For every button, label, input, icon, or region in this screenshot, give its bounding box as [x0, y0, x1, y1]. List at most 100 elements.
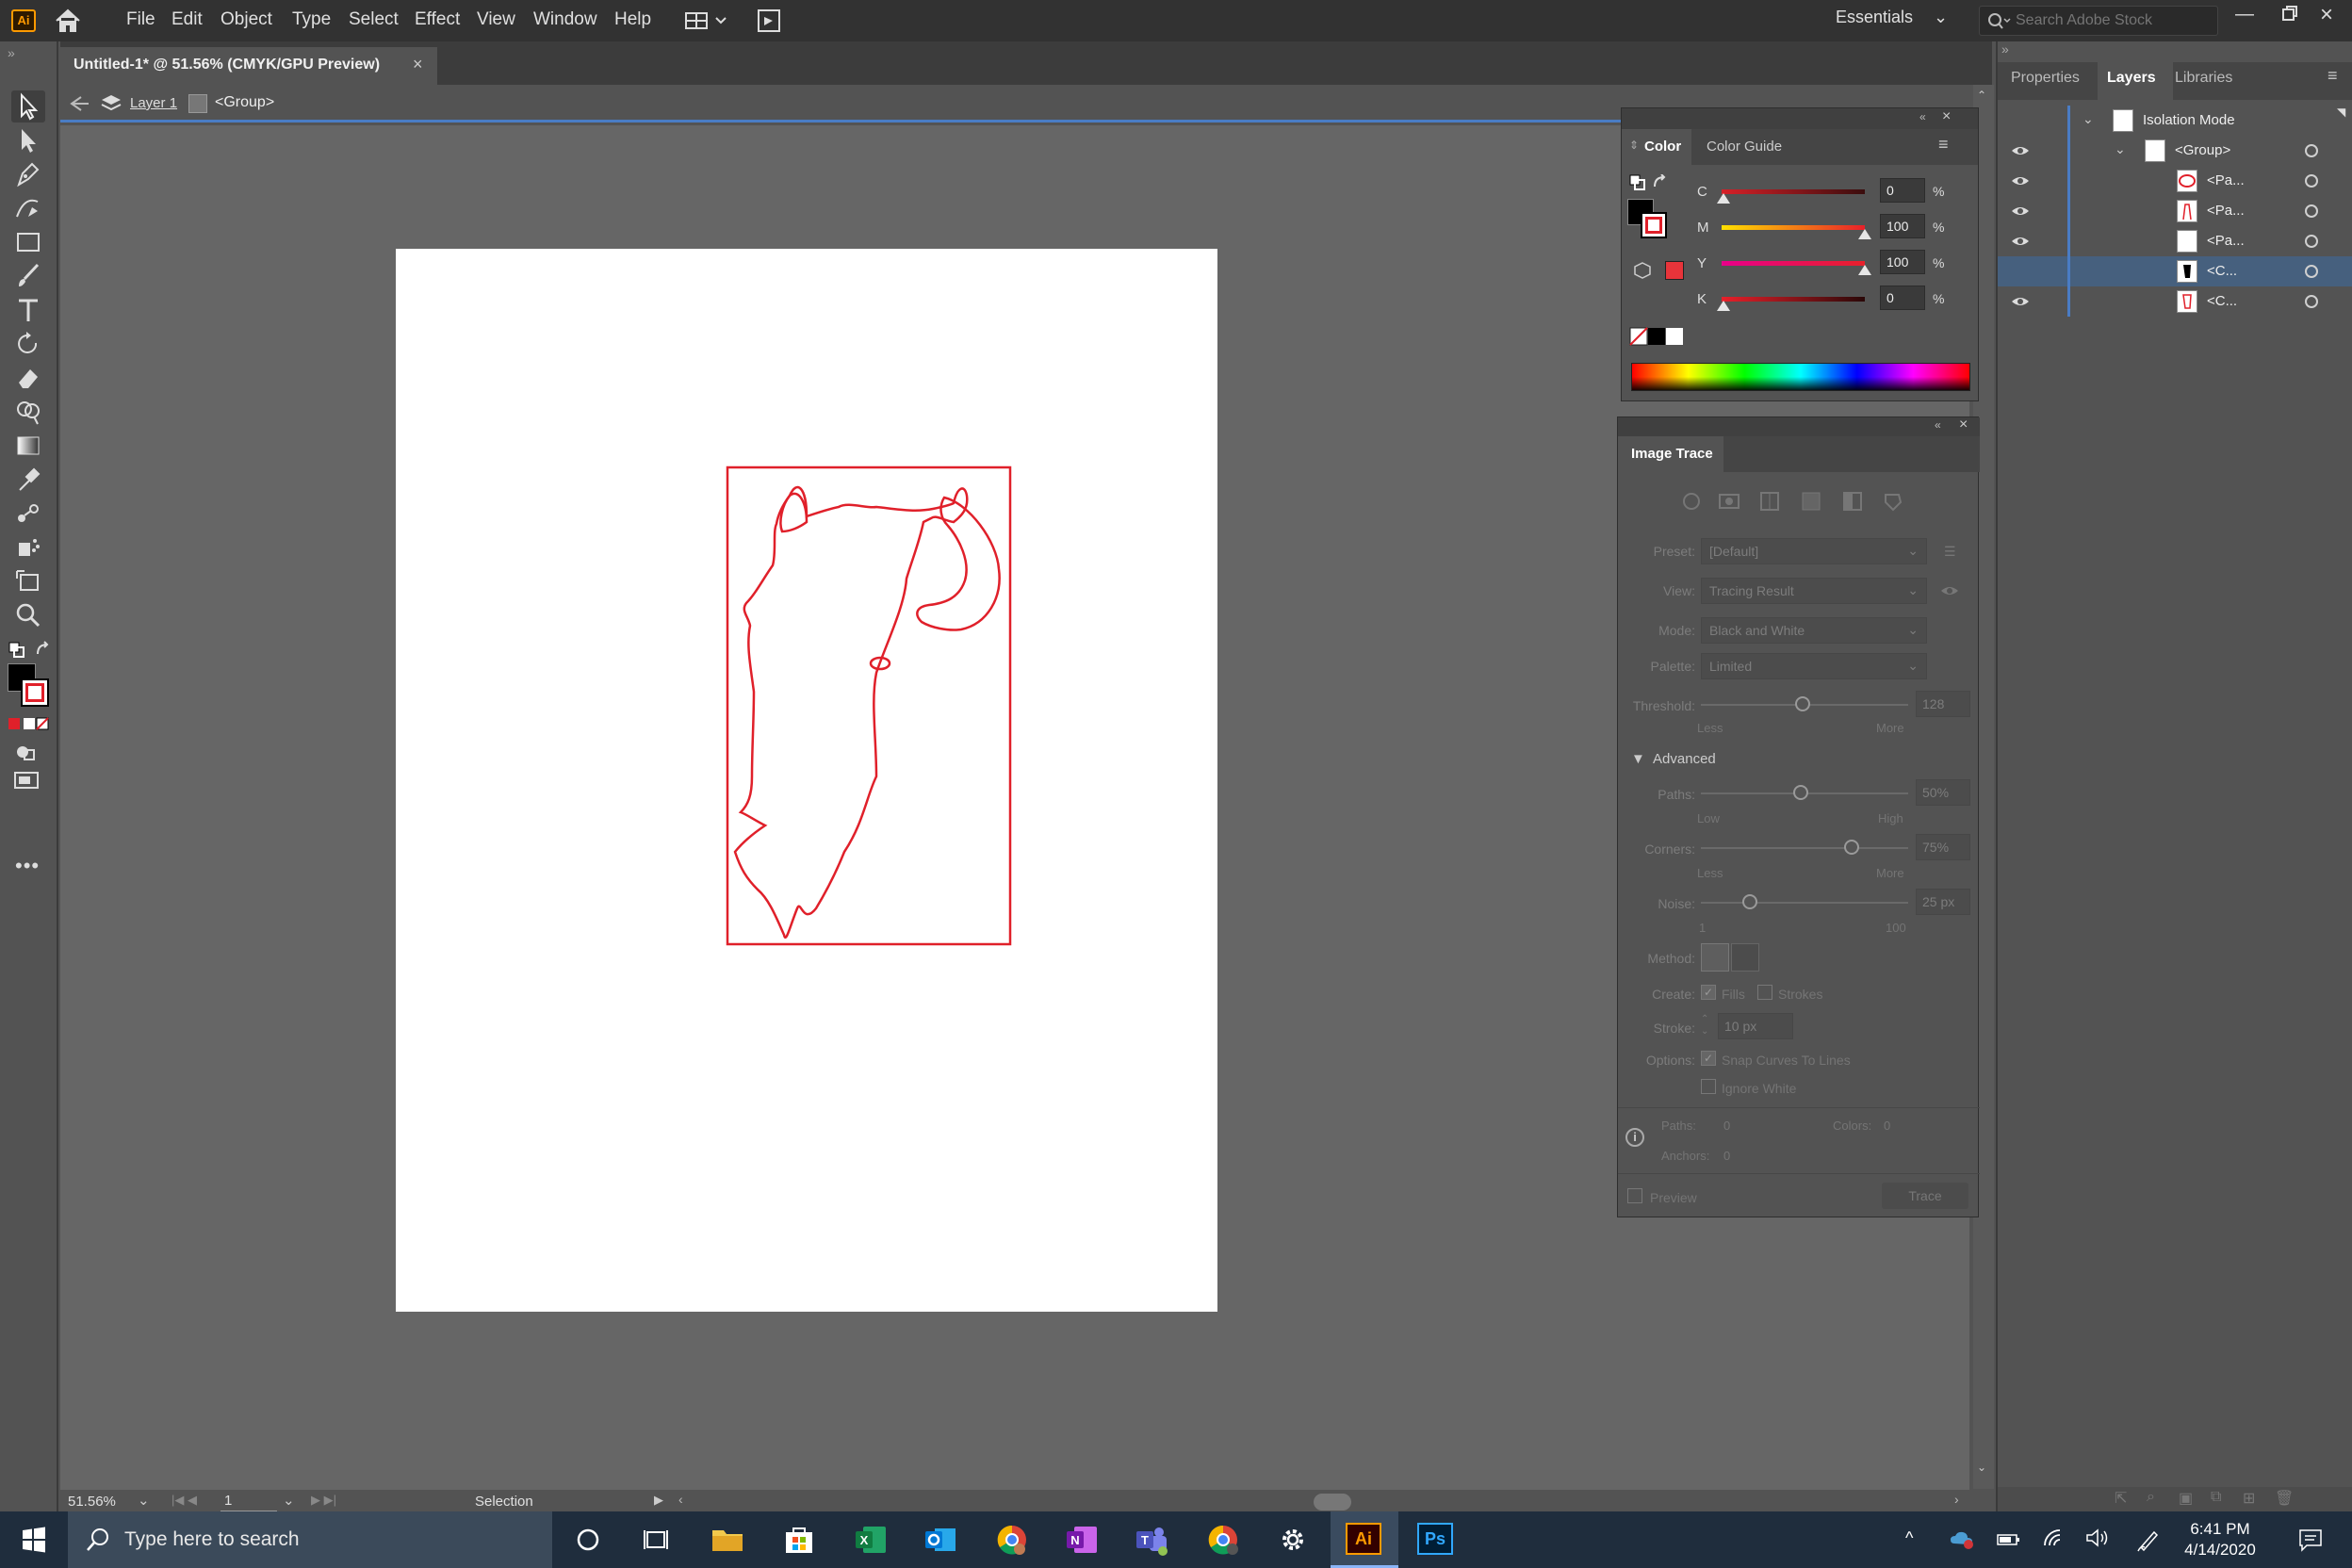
- shape-builder-tool-icon[interactable]: [11, 396, 45, 428]
- new-sublayer-icon[interactable]: ⧉: [2211, 1489, 2221, 1506]
- scroll-up-icon[interactable]: ⌃: [1977, 89, 1986, 102]
- default-colors-icon[interactable]: [1629, 174, 1646, 191]
- method-abutting-button[interactable]: [1701, 943, 1729, 972]
- target-circle-icon[interactable]: [2305, 144, 2318, 157]
- none-black-white-swatches[interactable]: [1629, 327, 1686, 346]
- target-circle-icon[interactable]: [2305, 174, 2318, 188]
- more-tools-icon[interactable]: •••: [15, 854, 40, 878]
- slider-m-thumb[interactable]: [1858, 229, 1871, 239]
- gradient-tool-icon[interactable]: [11, 430, 45, 462]
- menu-help[interactable]: Help: [614, 9, 651, 30]
- tab-libraries[interactable]: Libraries: [2175, 70, 2232, 87]
- noise-value[interactable]: 25 px: [1916, 889, 1970, 915]
- slider-c-track[interactable]: [1722, 189, 1865, 194]
- horizontal-scroll-thumb[interactable]: [1314, 1494, 1351, 1511]
- chrome-icon[interactable]: [1204, 1521, 1242, 1559]
- chevron-down-icon[interactable]: ⌄: [2082, 111, 2094, 127]
- tab-layers[interactable]: Layers: [2107, 70, 2156, 87]
- swap-fill-stroke-icon[interactable]: [34, 641, 53, 660]
- taskbar-search[interactable]: Type here to search: [68, 1511, 552, 1568]
- last-artboard-icon[interactable]: ▶ ▶|: [311, 1493, 336, 1508]
- slider-m-track[interactable]: [1722, 225, 1865, 230]
- stock-search-input[interactable]: [2016, 10, 2204, 31]
- zoom-level[interactable]: 51.56%: [68, 1494, 116, 1510]
- menu-view[interactable]: View: [477, 9, 515, 30]
- stroke-stepper-icon[interactable]: ⌃ ⌄: [1701, 1013, 1714, 1039]
- layer-row-compound-selected[interactable]: <C...: [1998, 256, 2352, 286]
- corners-value[interactable]: 75%: [1916, 834, 1970, 860]
- layer-row-isolation[interactable]: ⌄ Isolation Mode ◥: [1998, 106, 2352, 136]
- system-clock[interactable]: 6:41 PM 4/14/2020: [2164, 1519, 2277, 1560]
- layer-row-path[interactable]: <Pa...: [1998, 196, 2352, 226]
- type-tool-icon[interactable]: [11, 294, 45, 326]
- minimize-icon[interactable]: —: [2235, 4, 2254, 25]
- scroll-down-icon[interactable]: ⌄: [1977, 1461, 1986, 1474]
- chevron-down-icon[interactable]: ⌄: [2115, 141, 2126, 157]
- settings-gear-icon[interactable]: [1274, 1521, 1312, 1559]
- drawing-modes-icon[interactable]: [13, 741, 41, 763]
- trace-button[interactable]: Trace: [1882, 1183, 1968, 1209]
- eraser-tool-icon[interactable]: [11, 362, 45, 394]
- preset-list-icon[interactable]: ☰: [1944, 544, 1956, 560]
- cortana-icon[interactable]: [569, 1521, 607, 1559]
- menu-object[interactable]: Object: [220, 9, 272, 30]
- delete-layer-icon[interactable]: 🗑: [2275, 1489, 2294, 1508]
- eyedropper-tool-icon[interactable]: [11, 464, 45, 496]
- fills-checkbox[interactable]: ✓: [1701, 985, 1716, 1000]
- file-explorer-icon[interactable]: [709, 1521, 746, 1559]
- stock-search[interactable]: [1979, 6, 2218, 36]
- chrome-profile-icon[interactable]: [993, 1521, 1031, 1559]
- zoom-dropdown-icon[interactable]: ⌄: [138, 1492, 150, 1509]
- collapse-toolbar-icon[interactable]: »: [8, 45, 15, 60]
- home-icon[interactable]: [53, 8, 83, 34]
- strokes-checkbox[interactable]: [1757, 985, 1772, 1000]
- tab-color[interactable]: ⇕ Color: [1622, 129, 1691, 165]
- mode-dropdown[interactable]: Black and White ⌄: [1701, 617, 1927, 644]
- volume-icon[interactable]: [2084, 1527, 2111, 1549]
- menu-select[interactable]: Select: [349, 9, 399, 30]
- window-close-icon[interactable]: ×: [2320, 2, 2333, 28]
- teams-icon[interactable]: T: [1133, 1521, 1170, 1559]
- excel-icon[interactable]: X: [852, 1521, 890, 1559]
- screen-mode-icon[interactable]: [13, 769, 41, 792]
- menu-file[interactable]: File: [126, 9, 155, 30]
- make-clipping-mask-icon[interactable]: ▣: [2179, 1489, 2193, 1508]
- corners-knob[interactable]: [1844, 840, 1859, 855]
- target-circle-icon[interactable]: [2305, 265, 2318, 278]
- show-hidden-icons-chevron[interactable]: ^: [1905, 1528, 1913, 1548]
- snap-checkbox[interactable]: ✓: [1701, 1051, 1716, 1066]
- artboard-number-field[interactable]: 1: [220, 1491, 277, 1511]
- direct-selection-tool-icon[interactable]: [11, 124, 45, 156]
- slider-c-value[interactable]: 0: [1880, 178, 1925, 203]
- photoshop-icon[interactable]: Ps: [1417, 1523, 1453, 1555]
- slider-m-value[interactable]: 100: [1880, 214, 1925, 238]
- artboard-dropdown-icon[interactable]: ⌄: [283, 1492, 295, 1509]
- view-dropdown[interactable]: Tracing Result ⌄: [1701, 578, 1927, 604]
- document-tab[interactable]: Untitled-1* @ 51.56% (CMYK/GPU Preview) …: [60, 47, 437, 85]
- workspace-switcher[interactable]: Essentials ⌄: [1836, 8, 1954, 34]
- noise-track[interactable]: [1701, 902, 1908, 904]
- close-trace-icon[interactable]: ×: [1959, 416, 1968, 433]
- method-overlapping-button[interactable]: [1731, 943, 1759, 972]
- layer-row-compound[interactable]: <C...: [1998, 286, 2352, 317]
- layer-row-path[interactable]: <Pa...: [1998, 226, 2352, 256]
- eye-icon[interactable]: [2011, 294, 2030, 309]
- curvature-tool-icon[interactable]: [11, 192, 45, 224]
- layer-row-path[interactable]: <Pa...: [1998, 166, 2352, 196]
- slider-y-thumb[interactable]: [1858, 265, 1871, 275]
- zoom-tool-icon[interactable]: [11, 599, 45, 631]
- collapse-trace-icon[interactable]: «: [1935, 418, 1941, 432]
- tray-cloud-icon[interactable]: [1949, 1528, 1975, 1551]
- swap-colors-icon[interactable]: [1652, 174, 1669, 191]
- tab-color-guide[interactable]: Color Guide: [1707, 139, 1782, 155]
- onenote-icon[interactable]: N: [1063, 1521, 1101, 1559]
- corners-track[interactable]: [1701, 847, 1908, 849]
- eye-icon[interactable]: [2011, 204, 2030, 219]
- menu-window[interactable]: Window: [533, 9, 597, 30]
- color-mode-buttons[interactable]: [8, 716, 51, 733]
- symbol-sprayer-tool-icon[interactable]: [11, 531, 45, 564]
- target-circle-icon[interactable]: [2305, 235, 2318, 248]
- new-layer-icon[interactable]: ⊞: [2243, 1489, 2255, 1508]
- slider-c-thumb[interactable]: [1717, 193, 1730, 204]
- menu-effect[interactable]: Effect: [415, 9, 460, 30]
